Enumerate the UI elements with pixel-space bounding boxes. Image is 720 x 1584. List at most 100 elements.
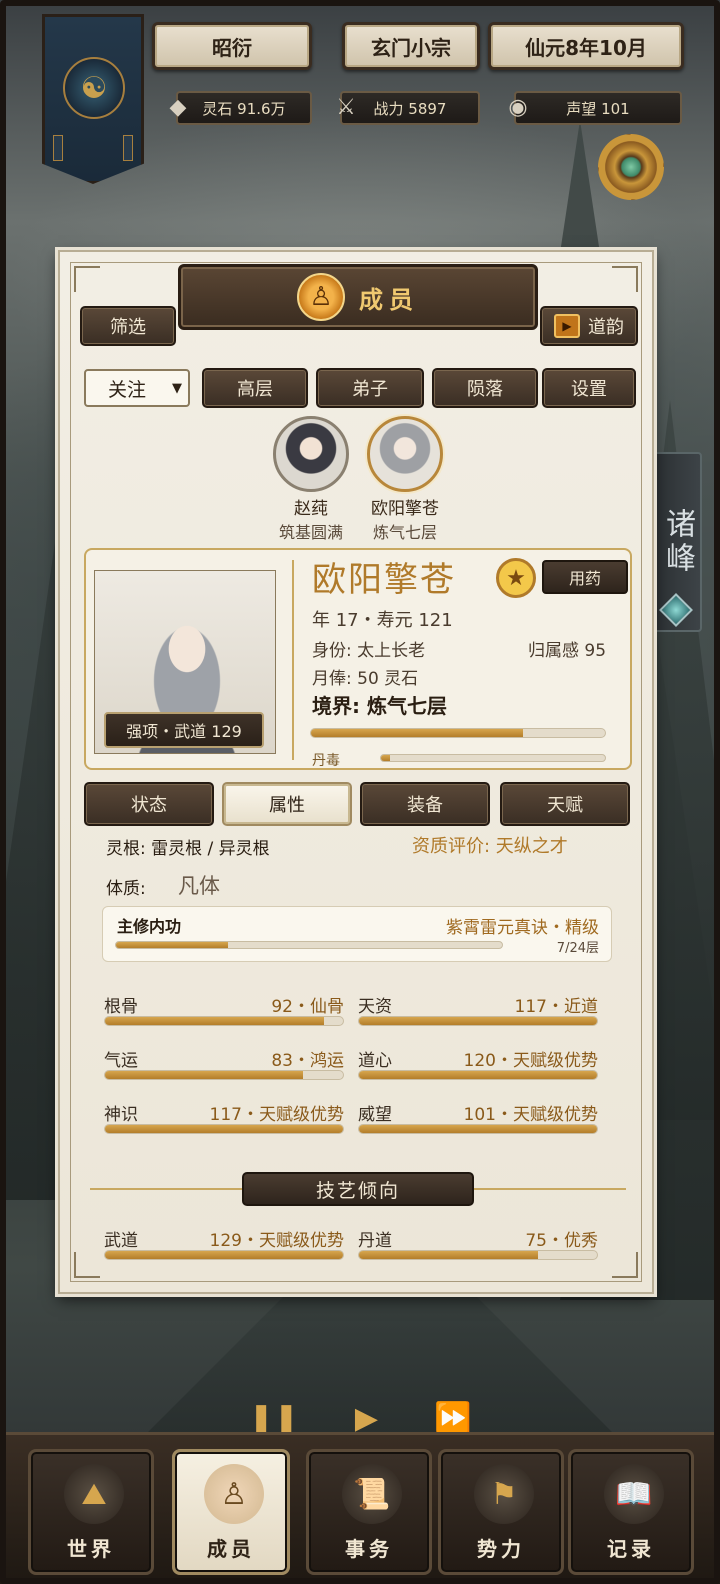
dropdown-value: 关注: [108, 378, 147, 401]
age-lifespan: 年 17・寿元 121: [312, 610, 453, 631]
skill-bar: [104, 1250, 344, 1260]
favorite-member-1[interactable]: 赵莼 筑基圆满: [266, 416, 356, 543]
focus-dropdown[interactable]: 关注 ▼: [84, 369, 190, 407]
strength-badge: 强项・武道 129: [104, 712, 264, 748]
tab-status[interactable]: 状态: [84, 782, 214, 826]
identity: 身份: 太上长老: [312, 641, 426, 661]
pause-icon[interactable]: ❚❚: [249, 1401, 299, 1436]
sect-name[interactable]: 玄门小宗: [342, 22, 480, 70]
stat-value: 117・近道: [514, 997, 598, 1017]
stat-value: 83・鸿运: [271, 1051, 344, 1071]
main-art-label: 主修内功: [117, 917, 182, 936]
panel-title-plaque: ♙ 成员: [178, 264, 538, 330]
tab-equipment[interactable]: 装备: [360, 782, 490, 826]
member-name: 赵莼: [294, 499, 328, 519]
sword-icon: ⚔: [336, 94, 356, 120]
tab-fallen[interactable]: 陨落: [432, 368, 538, 408]
stat-bar: [104, 1016, 344, 1026]
stat-bar: [104, 1124, 344, 1134]
nav-world[interactable]: ⛰ 世界: [28, 1449, 154, 1575]
stat-name: 根骨: [104, 997, 138, 1017]
mountain-icon: ⛰: [64, 1464, 124, 1524]
nav-forces[interactable]: ⚑ 势力: [438, 1449, 564, 1575]
nav-label: 事务: [345, 1537, 393, 1561]
stat-name: 神识: [104, 1105, 138, 1125]
skill-name: 丹道: [358, 1231, 392, 1251]
prestige-icon: ◉: [508, 94, 528, 120]
favorite-star-icon[interactable]: ★: [496, 558, 536, 598]
skills-header: 技艺倾向: [242, 1172, 474, 1206]
stat-bar: [358, 1070, 598, 1080]
realm-progress-bar: [310, 728, 606, 738]
panel-title: 成员: [359, 285, 419, 314]
player-name[interactable]: 昭衍: [152, 22, 312, 70]
favorite-member-2[interactable]: 欧阳擎苍 炼气七层: [360, 416, 450, 543]
member-realm: 筑基圆满: [278, 523, 343, 542]
filter-button[interactable]: 筛选: [80, 306, 176, 346]
spirit-stone-stat: 灵石 91.6万: [176, 91, 312, 125]
stat-value: 92・仙骨: [271, 997, 344, 1017]
prestige-stat: 声望 101: [514, 91, 682, 125]
daoyun-label: 道韵: [588, 317, 624, 338]
tab-senior[interactable]: 高层: [202, 368, 308, 408]
nav-label: 成员: [207, 1537, 255, 1561]
fast-forward-icon[interactable]: ⏩: [434, 1401, 471, 1436]
stat-value: 101・天赋级优势: [463, 1105, 598, 1125]
skill-value: 129・天赋级优势: [209, 1231, 344, 1251]
aptitude: 资质评价: 天纵之才: [412, 836, 568, 857]
tab-attributes[interactable]: 属性: [222, 782, 352, 826]
member-realm: 炼气七层: [372, 523, 437, 542]
play-icon[interactable]: ▶: [355, 1401, 378, 1436]
tab-disciples[interactable]: 弟子: [316, 368, 424, 408]
constitution-value: 凡体: [178, 874, 220, 898]
member-icon: ♙: [204, 1464, 264, 1524]
play-icon: ▶: [554, 314, 580, 338]
stat-dao-heart: 道心 120・天赋级优势: [358, 1046, 598, 1086]
bottom-nav: ⛰ 世界 ♙ 成员 📜 事务 ⚑ 势力 📖 记录: [0, 1432, 720, 1584]
member-name: 欧阳擎苍: [371, 499, 439, 519]
book-icon: 📖: [604, 1464, 664, 1524]
stat-name: 天资: [358, 997, 392, 1017]
nav-members[interactable]: ♙ 成员: [172, 1449, 290, 1575]
main-art-name: 紫霄雷元真诀・精级: [446, 918, 599, 938]
settings-gear-icon[interactable]: [598, 134, 664, 200]
constitution-label: 体质:: [106, 879, 146, 899]
nav-label: 记录: [607, 1537, 655, 1561]
realm: 境界: 炼气七层: [312, 694, 447, 718]
nav-records[interactable]: 📖 记录: [568, 1449, 694, 1575]
main-art-level: 7/24层: [556, 941, 599, 956]
tab-settings[interactable]: 设置: [542, 368, 636, 408]
avatar: [273, 416, 349, 492]
stat-spirit-sense: 神识 117・天赋级优势: [104, 1100, 344, 1140]
stat-value: 117・天赋级优势: [209, 1105, 344, 1125]
character-card: 强项・武道 129 欧阳擎苍 ★ 用药 年 17・寿元 121 身份: 太上长老…: [84, 548, 632, 770]
member-panel: ♙ 成员 筛选 ▶ 道韵 关注 ▼ 高层 弟子 陨落 设置 赵莼 筑基圆满 欧阳…: [58, 250, 654, 1294]
stat-root-bone: 根骨 92・仙骨: [104, 992, 344, 1032]
avatar: [367, 416, 443, 492]
skill-value: 75・优秀: [525, 1231, 598, 1251]
daoyun-button[interactable]: ▶ 道韵: [540, 306, 638, 346]
belonging: 归属感 95: [528, 641, 607, 661]
salary: 月俸: 50 灵石: [312, 669, 419, 689]
stat-bar: [358, 1124, 598, 1134]
attributes-section: 灵根: 雷灵根 / 异灵根 资质评价: 天纵之才 体质: 凡体 主修内功 紫霄雷…: [92, 832, 624, 1142]
sect-banner[interactable]: ☯: [42, 14, 144, 184]
stat-name: 威望: [358, 1105, 392, 1125]
nav-affairs[interactable]: 📜 事务: [306, 1449, 432, 1575]
game-date: 仙元8年10月: [488, 22, 684, 70]
stat-luck: 气运 83・鸿运: [104, 1046, 344, 1086]
stat-prestige: 威望 101・天赋级优势: [358, 1100, 598, 1140]
spirit-root: 灵根: 雷灵根 / 异灵根: [106, 839, 270, 859]
stat-talent: 天资 117・近道: [358, 992, 598, 1032]
skill-bar: [358, 1250, 598, 1260]
skill-alchemy: 丹道 75・优秀: [358, 1226, 598, 1266]
tab-talent[interactable]: 天赋: [500, 782, 630, 826]
use-medicine-button[interactable]: 用药: [542, 560, 628, 594]
triangle-down-icon: ▼: [172, 380, 182, 396]
banner-icon: ⚑: [474, 1464, 534, 1524]
spirit-stone-icon: ◆: [169, 94, 187, 120]
stat-bar: [358, 1016, 598, 1026]
dandu-progress-bar: [380, 754, 606, 762]
main-art-box[interactable]: 主修内功 紫霄雷元真诀・精级 7/24层: [102, 906, 612, 962]
yin-yang-emblem-icon: ☯: [63, 57, 125, 119]
